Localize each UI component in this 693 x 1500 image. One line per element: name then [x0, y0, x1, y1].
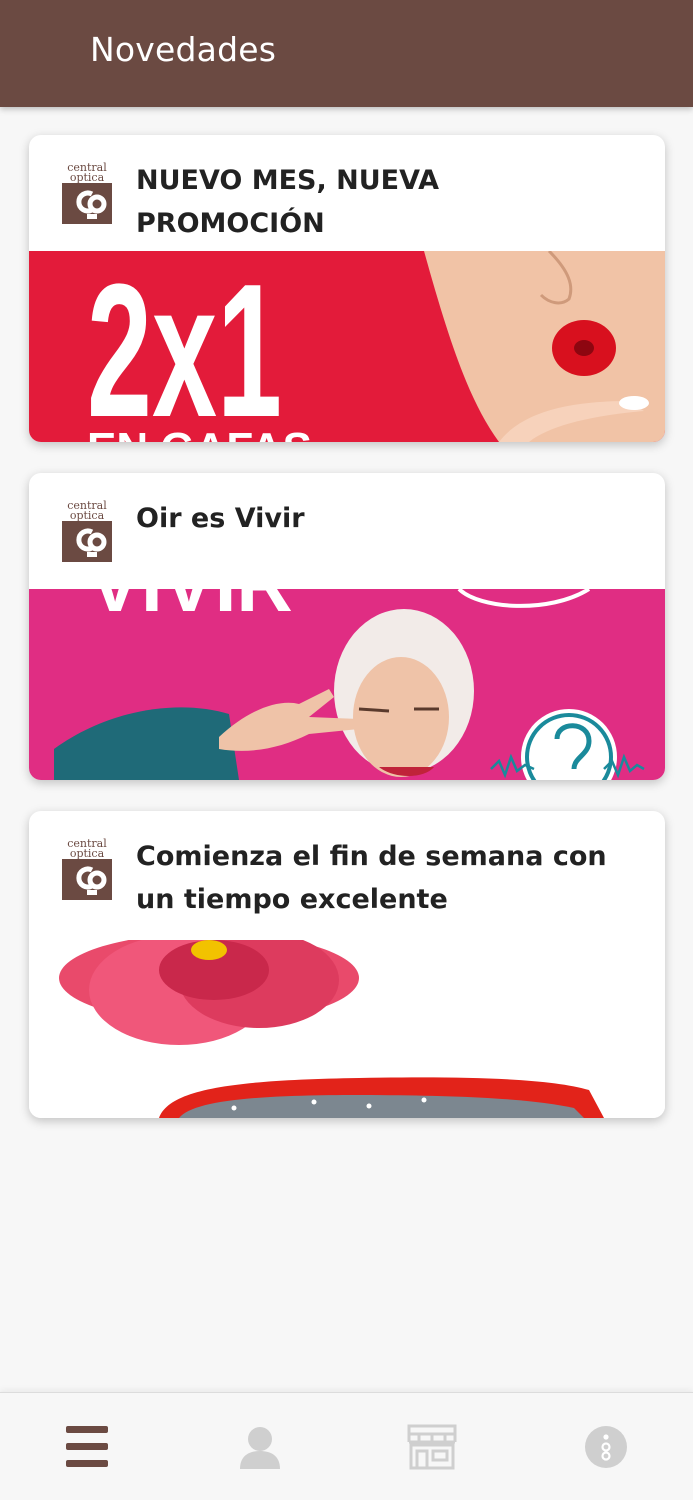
nav-store[interactable]: [400, 1415, 464, 1479]
promo-headline: 2x1: [87, 251, 282, 442]
bottom-navigation: [0, 1392, 693, 1500]
store-icon: [407, 1424, 457, 1470]
central-optica-logo: central optica: [62, 837, 112, 900]
app-bar: Novedades: [0, 0, 693, 107]
card-image-promo: 2x1 EN GAFAS: [29, 251, 665, 442]
menu-icon: [66, 1426, 108, 1467]
card-title: Oir es Vivir: [136, 503, 305, 534]
nav-info[interactable]: [574, 1415, 638, 1479]
news-card[interactable]: central optica Oir es Vivir VIVIR: [29, 473, 665, 780]
hearing-headline: VIVIR: [89, 589, 293, 628]
card-title: Comienza el fin de semana con un tiempo …: [136, 841, 607, 915]
central-optica-logo: central optica: [62, 161, 112, 224]
logo-text-line2: optica: [70, 509, 105, 522]
logo-text-line2: optica: [70, 171, 105, 184]
nav-profile[interactable]: [228, 1415, 292, 1479]
card-image-hearing: VIVIR: [29, 589, 665, 780]
logo-text-line2: optica: [70, 847, 105, 860]
news-card[interactable]: central optica Comienza el fin de semana…: [29, 811, 665, 1118]
central-optica-logo: central optica: [62, 499, 112, 562]
nav-news[interactable]: [55, 1415, 119, 1479]
user-icon: [240, 1427, 280, 1469]
news-card[interactable]: central optica NUEVO MES, NUEVA PROMOCIÓ…: [29, 135, 665, 442]
page-title: Novedades: [90, 30, 277, 69]
promo-subline: EN GAFAS: [87, 424, 312, 442]
card-title: NUEVO MES, NUEVA PROMOCIÓN: [136, 165, 440, 239]
card-image-sunglasses: [29, 940, 665, 1118]
info-icon: [585, 1426, 627, 1468]
